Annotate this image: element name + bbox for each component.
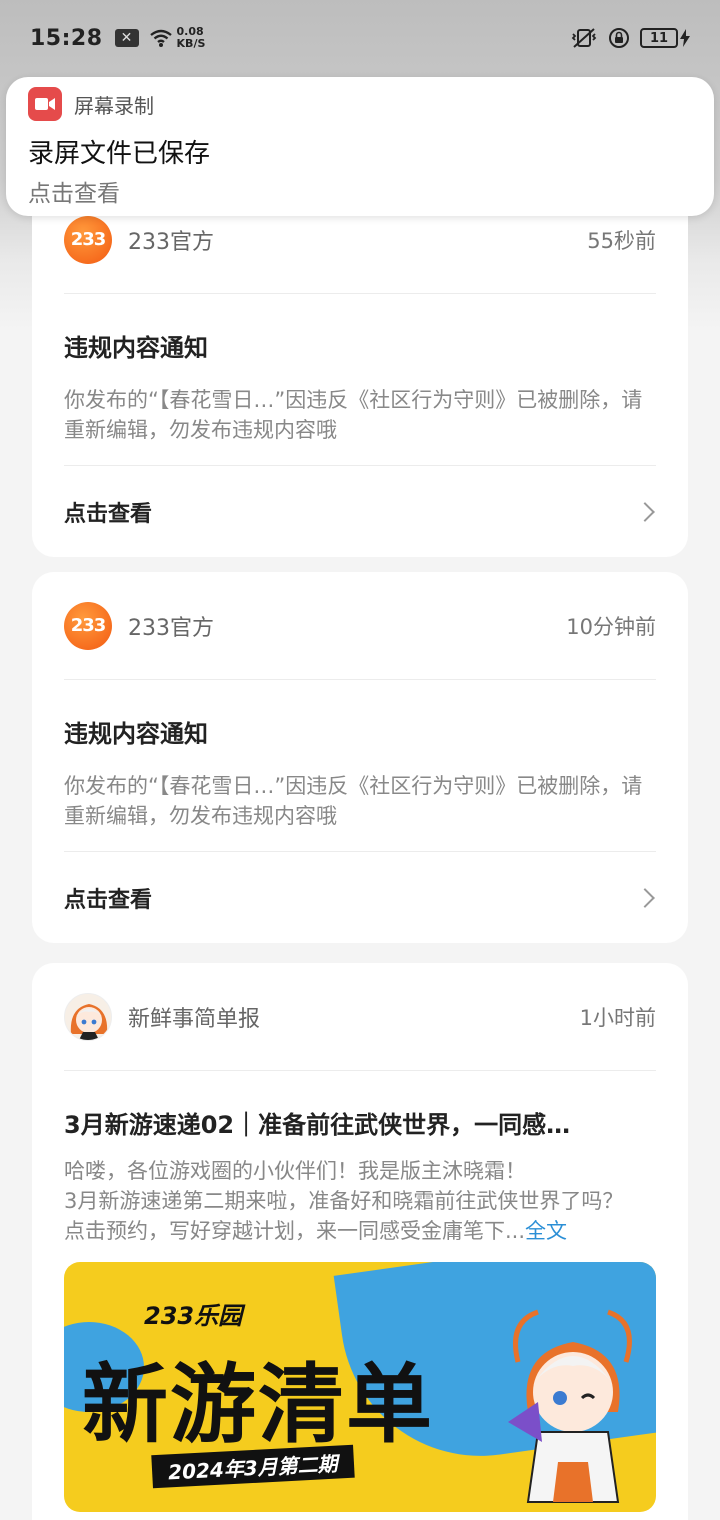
news-line: 点击预约，写好穿越计划，来一同感受金庸笔下... — [64, 1219, 526, 1243]
network-speed: 0.08 KB/S — [177, 26, 206, 50]
notification-app-name: 屏幕录制 — [74, 93, 154, 118]
message-title: 违规内容通知 — [64, 334, 208, 362]
message-time: 1小时前 — [579, 1005, 656, 1030]
message-body: 你发布的“【春花雪日…”因违反《社区行为守则》已被删除，请重新编辑，勿发布违规内… — [64, 774, 643, 828]
status-bar: 15:28 ✕ 0.08 KB/S 11 — [0, 0, 720, 76]
mascot-avatar-icon — [70, 1003, 108, 1040]
news-title: 3月新游速递02｜准备前往武侠世界，一同感… — [64, 1111, 571, 1139]
news-card[interactable]: 新鲜事简单报 1小时前 3月新游速递02｜准备前往武侠世界，一同感… 哈喽，各位… — [32, 963, 688, 1520]
message-time: 10分钟前 — [566, 614, 656, 639]
full-text-link[interactable]: 全文 — [525, 1219, 567, 1243]
card-header: 233 233官方 10分钟前 — [64, 572, 656, 680]
avatar-text: 233 — [70, 229, 107, 250]
news-line: 哈喽，各位游戏圈的小伙伴们！我是版主沐晓霜！ — [64, 1159, 526, 1183]
news-line: 3月新游速递第二期来啦，准备好和晓霜前往武侠世界了吗？ — [64, 1189, 624, 1213]
screen-recording-notification[interactable]: 屏幕录制 录屏文件已保存 点击查看 — [6, 77, 714, 216]
battery-indicator: 11 — [640, 28, 690, 48]
notification-header: 屏幕录制 — [28, 87, 692, 121]
view-details-row[interactable]: 点击查看 — [64, 465, 656, 557]
message-title: 违规内容通知 — [64, 720, 208, 748]
message-card[interactable]: 233 233官方 10分钟前 违规内容通知 你发布的“【春花雪日…”因违反《社… — [32, 572, 688, 943]
avatar — [64, 992, 112, 1041]
news-body: 哈喽，各位游戏圈的小伙伴们！我是版主沐晓霜！ 3月新游速递第二期来啦，准备好和晓… — [64, 1156, 656, 1246]
notification-text: 点击查看 — [28, 181, 120, 207]
banner-brand: 233乐园 — [144, 1302, 243, 1330]
network-speed-unit: KB/S — [176, 37, 206, 50]
wifi-icon — [149, 29, 172, 47]
view-details-row[interactable]: 点击查看 — [64, 851, 656, 943]
avatar: 233 — [64, 215, 112, 264]
battery-level: 11 — [640, 28, 678, 48]
video-camera-icon — [28, 87, 62, 121]
sender-name: 233官方 — [128, 615, 214, 641]
banner-title: 新游清单 — [82, 1355, 434, 1455]
sender-name: 233官方 — [128, 229, 214, 255]
news-line-last: 点击预约，写好穿越计划，来一同感受金庸笔下...全文 — [64, 1216, 656, 1246]
sender-name: 新鲜事简单报 — [128, 1006, 261, 1032]
lock-rotation-icon — [609, 28, 629, 48]
avatar: 233 — [64, 601, 112, 650]
message-card[interactable]: 233 233官方 55秒前 违规内容通知 你发布的“【春花雪日…”因违反《社区… — [32, 186, 688, 557]
message-time: 55秒前 — [587, 228, 656, 253]
vibrate-off-icon — [571, 28, 597, 48]
x-icon: ✕ — [114, 29, 139, 47]
avatar-text: 233 — [70, 615, 107, 636]
chevron-right-icon — [635, 887, 655, 908]
news-banner-image[interactable]: 233乐园 新游清单 2024年3月第二期 — [64, 1262, 656, 1512]
mascot-character-icon — [508, 1309, 632, 1503]
view-details-label: 点击查看 — [64, 887, 153, 913]
charging-icon — [680, 29, 690, 47]
card-header: 新鲜事简单报 1小时前 — [64, 963, 656, 1071]
message-body: 你发布的“【春花雪日…”因违反《社区行为守则》已被删除，请重新编辑，勿发布违规内… — [64, 388, 643, 442]
notification-title: 录屏文件已保存 — [28, 139, 211, 169]
status-time: 15:28 — [30, 25, 103, 51]
chevron-right-icon — [635, 501, 655, 522]
view-details-label: 点击查看 — [64, 501, 153, 527]
